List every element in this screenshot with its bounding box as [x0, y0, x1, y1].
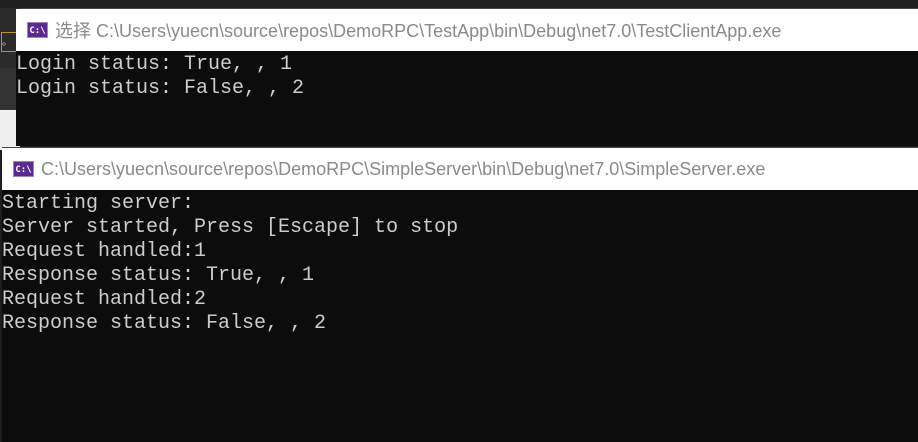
console-line: Request handled:1: [2, 240, 207, 263]
console-line: Login status: True, , 1: [16, 53, 293, 76]
cmd-icon: C:\: [13, 161, 34, 177]
console-line: Starting server:: [2, 192, 195, 215]
cmd-icon: C:\: [27, 22, 48, 38]
console-line: Response status: False, , 2: [2, 312, 327, 335]
window-title-bar[interactable]: C:\ C:\Users\yuecn\source\repos\DemoRPC\…: [2, 148, 918, 190]
console-line: Login status: False, , 2: [16, 77, 305, 100]
window-title: 选择 C:\Users\yuecn\source\repos\DemoRPC\T…: [55, 21, 782, 41]
background-marker: 。: [1, 32, 17, 52]
client-console-window[interactable]: C:\ 选择 C:\Users\yuecn\source\repos\DemoR…: [16, 8, 918, 146]
console-line: Server started, Press [Escape] to stop: [2, 216, 459, 239]
window-title: C:\Users\yuecn\source\repos\DemoRPC\Simp…: [41, 158, 766, 179]
console-output[interactable]: Starting server: Server started, Press [E…: [2, 190, 918, 336]
window-title-bar[interactable]: C:\ 选择 C:\Users\yuecn\source\repos\DemoR…: [16, 9, 918, 51]
console-line: Response status: True, , 1: [2, 264, 315, 287]
console-output[interactable]: Login status: True, , 1 Login status: Fal…: [16, 51, 918, 101]
server-console-window[interactable]: C:\ C:\Users\yuecn\source\repos\DemoRPC\…: [2, 147, 918, 442]
console-line: Request handled:2: [2, 288, 207, 311]
